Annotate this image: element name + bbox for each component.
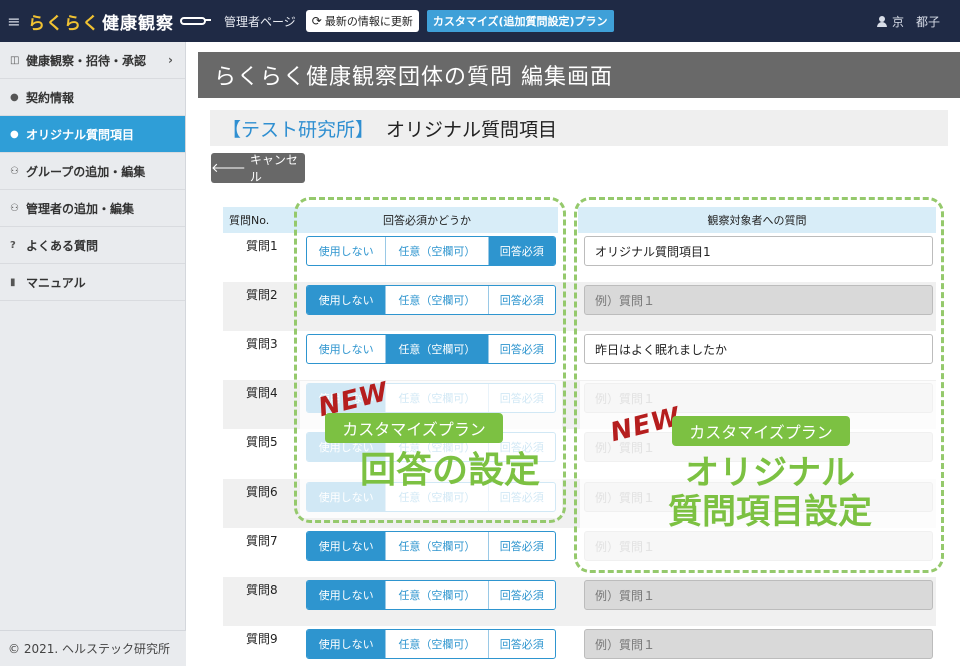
user-icon bbox=[876, 16, 887, 27]
answer-required-toggle-group: 使用しない任意（空欄可）回答必須 bbox=[306, 580, 556, 610]
top-bar: ≡ らくらく 健康観察 管理者ページ ⟳ 最新の情報に更新 カスタマイズ(追加質… bbox=[0, 0, 960, 42]
sidebar-item-label: よくある質問 bbox=[26, 238, 99, 253]
option-optional-button[interactable]: 任意（空欄可） bbox=[386, 581, 489, 609]
question-number-label: 質問1 bbox=[246, 239, 278, 253]
page-title: らくらく健康観察団体の質問 編集画面 bbox=[198, 52, 960, 98]
arrow-left-icon: 🡐 bbox=[211, 161, 246, 176]
question-text-input[interactable]: 例）質問１ bbox=[584, 629, 933, 659]
question-number-label: 質問6 bbox=[246, 485, 278, 499]
option-optional-button[interactable]: 任意（空欄可） bbox=[386, 532, 489, 560]
question-icon: ? bbox=[10, 239, 16, 251]
copyright-footer: © 2021. ヘルステック研究所 bbox=[0, 630, 186, 666]
group-icon: ⚇ bbox=[10, 165, 19, 177]
logo-text-rakuraku: らくらく bbox=[28, 13, 100, 34]
question-number-label: 質問2 bbox=[246, 288, 278, 302]
question-setting-caption-line2: 質問項目設定 bbox=[668, 492, 872, 533]
question-number-label: 質問4 bbox=[246, 386, 278, 400]
refresh-label: 最新の情報に更新 bbox=[324, 15, 413, 28]
chat-bubble-icon: ● bbox=[10, 128, 19, 140]
admin-group-icon: ⚇ bbox=[10, 202, 19, 214]
sidebar-item-original-questions[interactable]: ● オリジナル質問項目 bbox=[0, 116, 185, 153]
plan-badge: カスタマイズ(追加質問設定)プラン bbox=[426, 10, 614, 32]
sidebar-item-groups[interactable]: ⚇ グループの追加・編集 bbox=[0, 153, 185, 190]
cancel-button[interactable]: 🡐 キャンセル bbox=[211, 153, 305, 184]
question-number-label: 質問3 bbox=[246, 337, 278, 351]
question-number-label: 質問8 bbox=[246, 583, 278, 597]
option-required-button[interactable]: 回答必須 bbox=[489, 532, 555, 560]
question-text-input[interactable]: 例）質問１ bbox=[584, 580, 933, 610]
organization-name: 【テスト研究所】 bbox=[222, 118, 375, 141]
sidebar-item-manual[interactable]: ▮ マニュアル bbox=[0, 264, 185, 301]
question-number-label: 質問7 bbox=[246, 534, 278, 548]
sidebar-item-label: マニュアル bbox=[26, 275, 86, 290]
admin-page-link[interactable]: 管理者ページ bbox=[224, 13, 296, 30]
section-header: 【テスト研究所】 オリジナル質問項目 bbox=[210, 110, 948, 146]
sidebar-item-health-observation[interactable]: ◫ 健康観察・招待・承認 › bbox=[0, 42, 185, 79]
question-setting-caption-line1: オリジナル bbox=[685, 453, 855, 493]
sidebar-item-label: オリジナル質問項目 bbox=[26, 127, 135, 142]
refresh-button[interactable]: ⟳ 最新の情報に更新 bbox=[305, 10, 419, 32]
cancel-label: キャンセル bbox=[249, 153, 298, 184]
question-setting-caption: オリジナル 質問項目設定 bbox=[620, 453, 920, 533]
sidebar-item-label: 健康観察・招待・承認 bbox=[26, 53, 147, 68]
hamburger-menu-icon[interactable]: ≡ bbox=[0, 12, 28, 31]
section-title: オリジナル質問項目 bbox=[386, 118, 558, 141]
option-optional-button[interactable]: 任意（空欄可） bbox=[386, 630, 489, 658]
answer-required-toggle-group: 使用しない任意（空欄可）回答必須 bbox=[306, 531, 556, 561]
question-number-label: 質問5 bbox=[246, 435, 278, 449]
app-logo[interactable]: らくらく 健康観察 bbox=[28, 9, 211, 34]
answer-setting-caption: 回答の設定 bbox=[359, 450, 540, 491]
info-icon: ● bbox=[10, 91, 19, 103]
chevron-right-icon: › bbox=[168, 53, 173, 67]
option-unused-button[interactable]: 使用しない bbox=[307, 581, 387, 609]
sidebar-item-label: 管理者の追加・編集 bbox=[26, 201, 135, 216]
answer-required-toggle-group: 使用しない任意（空欄可）回答必須 bbox=[306, 629, 556, 659]
column-header-number: 質問No. bbox=[223, 207, 296, 233]
option-unused-button[interactable]: 使用しない bbox=[307, 630, 387, 658]
book-icon: ▮ bbox=[10, 276, 16, 288]
question-number-label: 質問9 bbox=[246, 632, 278, 646]
sidebar-item-faq[interactable]: ? よくある質問 bbox=[0, 227, 185, 264]
thermometer-icon bbox=[180, 17, 211, 25]
sidebar: ◫ 健康観察・招待・承認 › ● 契約情報 ● オリジナル質問項目 ⚇ グループ… bbox=[0, 42, 186, 666]
option-required-button[interactable]: 回答必須 bbox=[489, 630, 555, 658]
plan-tag-left: カスタマイズプラン bbox=[325, 413, 503, 443]
sidebar-item-contract[interactable]: ● 契約情報 bbox=[0, 79, 185, 116]
sidebar-item-label: グループの追加・編集 bbox=[26, 164, 146, 179]
logo-text-kenkou: 健康観察 bbox=[102, 13, 174, 34]
option-required-button[interactable]: 回答必須 bbox=[489, 581, 555, 609]
user-menu[interactable]: 京 都子 bbox=[876, 13, 940, 30]
sidebar-item-admins[interactable]: ⚇ 管理者の追加・編集 bbox=[0, 190, 185, 227]
table-icon: ◫ bbox=[10, 54, 20, 66]
user-name: 京 都子 bbox=[891, 15, 940, 29]
plan-tag-right: カスタマイズプラン bbox=[672, 416, 850, 446]
option-unused-button[interactable]: 使用しない bbox=[307, 532, 387, 560]
sidebar-item-label: 契約情報 bbox=[26, 90, 75, 105]
refresh-icon: ⟳ bbox=[311, 14, 322, 28]
